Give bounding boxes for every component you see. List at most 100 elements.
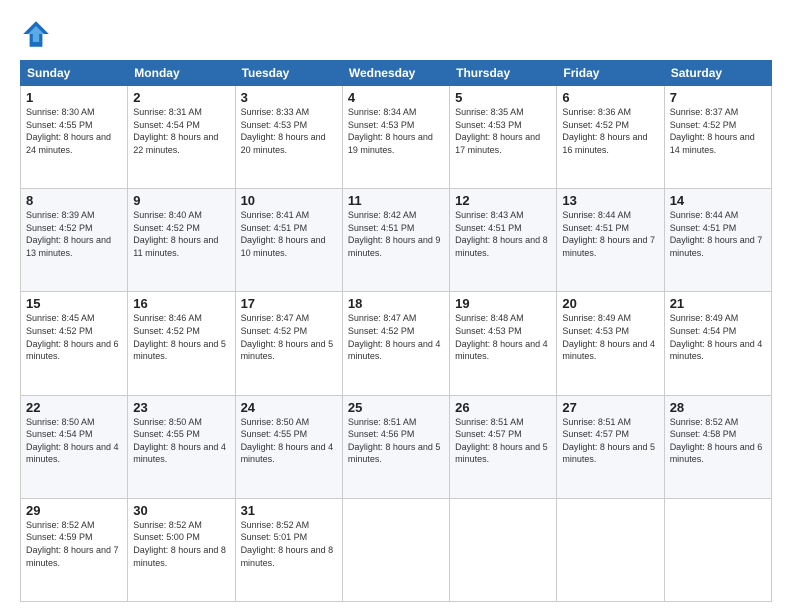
day-number: 12 xyxy=(455,193,551,208)
table-row: 6 Sunrise: 8:36 AM Sunset: 4:52 PM Dayli… xyxy=(557,86,664,189)
table-row: 25 Sunrise: 8:51 AM Sunset: 4:56 PM Dayl… xyxy=(342,395,449,498)
day-number: 26 xyxy=(455,400,551,415)
cell-text: Sunrise: 8:49 AM Sunset: 4:53 PM Dayligh… xyxy=(562,312,658,362)
day-number: 9 xyxy=(133,193,229,208)
calendar-week-5: 29 Sunrise: 8:52 AM Sunset: 4:59 PM Dayl… xyxy=(21,498,772,601)
cell-text: Sunrise: 8:50 AM Sunset: 4:55 PM Dayligh… xyxy=(133,416,229,466)
table-row: 29 Sunrise: 8:52 AM Sunset: 4:59 PM Dayl… xyxy=(21,498,128,601)
table-row xyxy=(342,498,449,601)
logo-icon xyxy=(20,18,52,50)
day-number: 10 xyxy=(241,193,337,208)
cell-text: Sunrise: 8:49 AM Sunset: 4:54 PM Dayligh… xyxy=(670,312,766,362)
table-row: 18 Sunrise: 8:47 AM Sunset: 4:52 PM Dayl… xyxy=(342,292,449,395)
day-number: 16 xyxy=(133,296,229,311)
cell-text: Sunrise: 8:34 AM Sunset: 4:53 PM Dayligh… xyxy=(348,106,444,156)
cell-text: Sunrise: 8:36 AM Sunset: 4:52 PM Dayligh… xyxy=(562,106,658,156)
calendar-week-4: 22 Sunrise: 8:50 AM Sunset: 4:54 PM Dayl… xyxy=(21,395,772,498)
cell-text: Sunrise: 8:51 AM Sunset: 4:56 PM Dayligh… xyxy=(348,416,444,466)
cell-text: Sunrise: 8:47 AM Sunset: 4:52 PM Dayligh… xyxy=(348,312,444,362)
col-thursday: Thursday xyxy=(450,61,557,86)
calendar-table: Sunday Monday Tuesday Wednesday Thursday… xyxy=(20,60,772,602)
header-row: Sunday Monday Tuesday Wednesday Thursday… xyxy=(21,61,772,86)
day-number: 6 xyxy=(562,90,658,105)
logo xyxy=(20,18,56,50)
cell-text: Sunrise: 8:37 AM Sunset: 4:52 PM Dayligh… xyxy=(670,106,766,156)
day-number: 23 xyxy=(133,400,229,415)
day-number: 15 xyxy=(26,296,122,311)
cell-text: Sunrise: 8:52 AM Sunset: 5:01 PM Dayligh… xyxy=(241,519,337,569)
day-number: 18 xyxy=(348,296,444,311)
table-row: 7 Sunrise: 8:37 AM Sunset: 4:52 PM Dayli… xyxy=(664,86,771,189)
calendar-week-1: 1 Sunrise: 8:30 AM Sunset: 4:55 PM Dayli… xyxy=(21,86,772,189)
cell-text: Sunrise: 8:47 AM Sunset: 4:52 PM Dayligh… xyxy=(241,312,337,362)
day-number: 1 xyxy=(26,90,122,105)
cell-text: Sunrise: 8:52 AM Sunset: 4:58 PM Dayligh… xyxy=(670,416,766,466)
day-number: 21 xyxy=(670,296,766,311)
table-row: 30 Sunrise: 8:52 AM Sunset: 5:00 PM Dayl… xyxy=(128,498,235,601)
day-number: 19 xyxy=(455,296,551,311)
col-friday: Friday xyxy=(557,61,664,86)
table-row: 21 Sunrise: 8:49 AM Sunset: 4:54 PM Dayl… xyxy=(664,292,771,395)
day-number: 8 xyxy=(26,193,122,208)
calendar-week-3: 15 Sunrise: 8:45 AM Sunset: 4:52 PM Dayl… xyxy=(21,292,772,395)
col-tuesday: Tuesday xyxy=(235,61,342,86)
table-row xyxy=(664,498,771,601)
table-row: 10 Sunrise: 8:41 AM Sunset: 4:51 PM Dayl… xyxy=(235,189,342,292)
day-number: 31 xyxy=(241,503,337,518)
table-row: 23 Sunrise: 8:50 AM Sunset: 4:55 PM Dayl… xyxy=(128,395,235,498)
day-number: 22 xyxy=(26,400,122,415)
col-wednesday: Wednesday xyxy=(342,61,449,86)
day-number: 24 xyxy=(241,400,337,415)
day-number: 5 xyxy=(455,90,551,105)
day-number: 14 xyxy=(670,193,766,208)
table-row: 12 Sunrise: 8:43 AM Sunset: 4:51 PM Dayl… xyxy=(450,189,557,292)
cell-text: Sunrise: 8:52 AM Sunset: 4:59 PM Dayligh… xyxy=(26,519,122,569)
cell-text: Sunrise: 8:51 AM Sunset: 4:57 PM Dayligh… xyxy=(455,416,551,466)
table-row: 2 Sunrise: 8:31 AM Sunset: 4:54 PM Dayli… xyxy=(128,86,235,189)
cell-text: Sunrise: 8:44 AM Sunset: 4:51 PM Dayligh… xyxy=(562,209,658,259)
day-number: 25 xyxy=(348,400,444,415)
table-row: 1 Sunrise: 8:30 AM Sunset: 4:55 PM Dayli… xyxy=(21,86,128,189)
day-number: 29 xyxy=(26,503,122,518)
day-number: 3 xyxy=(241,90,337,105)
cell-text: Sunrise: 8:40 AM Sunset: 4:52 PM Dayligh… xyxy=(133,209,229,259)
cell-text: Sunrise: 8:31 AM Sunset: 4:54 PM Dayligh… xyxy=(133,106,229,156)
table-row: 19 Sunrise: 8:48 AM Sunset: 4:53 PM Dayl… xyxy=(450,292,557,395)
table-row: 11 Sunrise: 8:42 AM Sunset: 4:51 PM Dayl… xyxy=(342,189,449,292)
table-row: 16 Sunrise: 8:46 AM Sunset: 4:52 PM Dayl… xyxy=(128,292,235,395)
day-number: 7 xyxy=(670,90,766,105)
col-saturday: Saturday xyxy=(664,61,771,86)
table-row: 20 Sunrise: 8:49 AM Sunset: 4:53 PM Dayl… xyxy=(557,292,664,395)
header xyxy=(20,18,772,50)
table-row: 24 Sunrise: 8:50 AM Sunset: 4:55 PM Dayl… xyxy=(235,395,342,498)
cell-text: Sunrise: 8:41 AM Sunset: 4:51 PM Dayligh… xyxy=(241,209,337,259)
cell-text: Sunrise: 8:42 AM Sunset: 4:51 PM Dayligh… xyxy=(348,209,444,259)
table-row: 5 Sunrise: 8:35 AM Sunset: 4:53 PM Dayli… xyxy=(450,86,557,189)
calendar-week-2: 8 Sunrise: 8:39 AM Sunset: 4:52 PM Dayli… xyxy=(21,189,772,292)
day-number: 11 xyxy=(348,193,444,208)
cell-text: Sunrise: 8:45 AM Sunset: 4:52 PM Dayligh… xyxy=(26,312,122,362)
table-row: 28 Sunrise: 8:52 AM Sunset: 4:58 PM Dayl… xyxy=(664,395,771,498)
table-row: 13 Sunrise: 8:44 AM Sunset: 4:51 PM Dayl… xyxy=(557,189,664,292)
cell-text: Sunrise: 8:44 AM Sunset: 4:51 PM Dayligh… xyxy=(670,209,766,259)
cell-text: Sunrise: 8:48 AM Sunset: 4:53 PM Dayligh… xyxy=(455,312,551,362)
cell-text: Sunrise: 8:35 AM Sunset: 4:53 PM Dayligh… xyxy=(455,106,551,156)
day-number: 27 xyxy=(562,400,658,415)
col-sunday: Sunday xyxy=(21,61,128,86)
cell-text: Sunrise: 8:51 AM Sunset: 4:57 PM Dayligh… xyxy=(562,416,658,466)
day-number: 4 xyxy=(348,90,444,105)
page: Sunday Monday Tuesday Wednesday Thursday… xyxy=(0,0,792,612)
col-monday: Monday xyxy=(128,61,235,86)
cell-text: Sunrise: 8:43 AM Sunset: 4:51 PM Dayligh… xyxy=(455,209,551,259)
table-row: 3 Sunrise: 8:33 AM Sunset: 4:53 PM Dayli… xyxy=(235,86,342,189)
cell-text: Sunrise: 8:52 AM Sunset: 5:00 PM Dayligh… xyxy=(133,519,229,569)
table-row: 22 Sunrise: 8:50 AM Sunset: 4:54 PM Dayl… xyxy=(21,395,128,498)
day-number: 13 xyxy=(562,193,658,208)
cell-text: Sunrise: 8:30 AM Sunset: 4:55 PM Dayligh… xyxy=(26,106,122,156)
cell-text: Sunrise: 8:46 AM Sunset: 4:52 PM Dayligh… xyxy=(133,312,229,362)
cell-text: Sunrise: 8:39 AM Sunset: 4:52 PM Dayligh… xyxy=(26,209,122,259)
day-number: 17 xyxy=(241,296,337,311)
table-row: 8 Sunrise: 8:39 AM Sunset: 4:52 PM Dayli… xyxy=(21,189,128,292)
day-number: 28 xyxy=(670,400,766,415)
table-row xyxy=(557,498,664,601)
